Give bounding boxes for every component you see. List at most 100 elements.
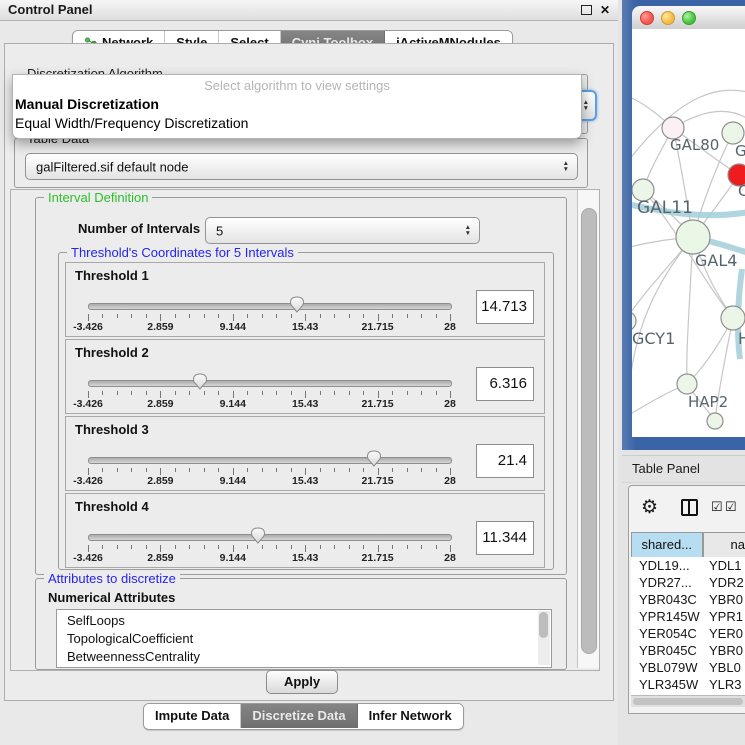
table-panel-title: Table Panel bbox=[632, 461, 700, 476]
table-cell: YDR2 bbox=[703, 574, 744, 591]
slider-track[interactable] bbox=[88, 380, 452, 387]
tick-label: 21.715 bbox=[362, 321, 394, 333]
tick-mark bbox=[131, 545, 132, 549]
network-node-gcy1[interactable] bbox=[632, 311, 636, 331]
network-node[interactable] bbox=[707, 413, 723, 429]
tick-mark bbox=[233, 314, 234, 321]
table-data-combobox[interactable]: galFiltered.sif default node ▲▼ bbox=[25, 153, 578, 180]
attribute-list-item[interactable]: BetweennessCentrality bbox=[57, 648, 551, 666]
tick-mark bbox=[378, 545, 379, 552]
table-cell: YBR043C bbox=[631, 591, 703, 608]
table-row[interactable]: YBL079WYBL0 bbox=[631, 659, 745, 676]
mac-close-icon[interactable] bbox=[640, 11, 654, 25]
table-row[interactable]: YDR27...YDR2 bbox=[631, 574, 745, 591]
threshold-label: Threshold 4 bbox=[75, 499, 149, 514]
column-header[interactable]: shared... bbox=[631, 532, 703, 559]
tab-impute-data[interactable]: Impute Data bbox=[144, 704, 241, 728]
mac-minimize-icon[interactable] bbox=[661, 11, 675, 25]
table-row[interactable]: YBR045CYBR0 bbox=[631, 642, 745, 659]
tick-mark bbox=[436, 545, 437, 549]
threshold-value-field[interactable]: 21.4 bbox=[476, 444, 534, 478]
threshold-label: Threshold 2 bbox=[75, 345, 149, 360]
network-node[interactable] bbox=[721, 306, 745, 330]
tick-mark bbox=[88, 314, 89, 321]
table-cell: YBR0 bbox=[703, 591, 743, 608]
algorithm-option[interactable]: Manual Discretization bbox=[15, 96, 159, 112]
table-row[interactable]: YDL19...YDL1 bbox=[631, 557, 745, 574]
table-row[interactable]: YER054CYER0 bbox=[631, 625, 745, 642]
close-icon[interactable]: ✕ bbox=[600, 4, 610, 16]
tick-mark bbox=[276, 468, 277, 472]
table-row[interactable]: YBR043CYBR0 bbox=[631, 591, 745, 608]
tick-mark bbox=[392, 468, 393, 472]
list-scrollbar-thumb[interactable] bbox=[539, 612, 548, 638]
tick-mark bbox=[247, 545, 248, 549]
checkbox-icon[interactable]: ☑ bbox=[725, 500, 737, 513]
tick-label: -3.426 bbox=[73, 552, 103, 564]
horizontal-scrollbar[interactable] bbox=[631, 695, 745, 707]
tick-mark bbox=[363, 314, 364, 318]
tick-mark bbox=[421, 314, 422, 318]
slider-track[interactable] bbox=[88, 303, 452, 310]
tick-mark bbox=[305, 545, 306, 552]
tab-discretize-data[interactable]: Discretize Data bbox=[241, 704, 357, 728]
tick-mark bbox=[436, 468, 437, 472]
apply-button[interactable]: Apply bbox=[266, 670, 338, 694]
threshold-value-field[interactable]: 11.344 bbox=[476, 521, 534, 555]
table-cell: YBR045C bbox=[631, 642, 703, 659]
tick-mark bbox=[450, 468, 451, 475]
checkbox-icon[interactable]: ☑ bbox=[711, 500, 723, 513]
vertical-scrollbar[interactable] bbox=[577, 190, 599, 668]
number-of-intervals-combobox[interactable]: 5 ▲▼ bbox=[205, 217, 480, 244]
tick-mark bbox=[421, 468, 422, 472]
numerical-attributes-list[interactable]: SelfLoopsTopologicalCoefficientBetweenne… bbox=[56, 609, 552, 668]
tick-label: -3.426 bbox=[73, 475, 103, 487]
table-cell: YER054C bbox=[631, 625, 703, 642]
tick-mark bbox=[450, 391, 451, 398]
tick-mark bbox=[117, 391, 118, 395]
threshold-value-field[interactable]: 14.713 bbox=[476, 290, 534, 324]
threshold-value-field[interactable]: 6.316 bbox=[476, 367, 534, 401]
tick-label: 15.43 bbox=[292, 475, 318, 487]
split-column-icon[interactable] bbox=[681, 499, 698, 516]
column-header[interactable]: na bbox=[703, 532, 745, 559]
tick-mark bbox=[175, 545, 176, 549]
gear-icon[interactable]: ⚙ bbox=[641, 496, 658, 519]
slider-track[interactable] bbox=[88, 457, 452, 464]
tab-infer-network[interactable]: Infer Network bbox=[358, 704, 463, 728]
network-canvas[interactable]: GAL80GACGAL11GAL4GCY1HHAP2 bbox=[632, 29, 745, 437]
slider-tick-labels: -3.4262.8599.14415.4321.71528 bbox=[88, 552, 450, 564]
slider-thumb[interactable] bbox=[289, 296, 305, 313]
network-node-hap2[interactable] bbox=[677, 374, 697, 394]
tick-mark bbox=[450, 545, 451, 552]
tick-mark bbox=[117, 468, 118, 472]
network-node-gal4[interactable] bbox=[676, 220, 710, 254]
scrollbar-thumb[interactable] bbox=[581, 208, 597, 654]
tick-mark bbox=[218, 391, 219, 395]
thresholds-group: Threshold's Coordinates for 5 Intervals … bbox=[58, 252, 554, 570]
tick-mark bbox=[334, 391, 335, 395]
hscrollbar-thumb[interactable] bbox=[633, 698, 743, 705]
slider-track[interactable] bbox=[88, 534, 452, 541]
attribute-list-item[interactable]: SelfLoops bbox=[57, 612, 551, 630]
table-row[interactable]: YPR145WYPR1 bbox=[631, 608, 745, 625]
tick-mark bbox=[262, 391, 263, 395]
float-window-icon[interactable] bbox=[581, 5, 592, 15]
tick-mark bbox=[88, 468, 89, 475]
slider-thumb[interactable] bbox=[192, 373, 208, 390]
algorithm-popup-hint: Select algorithm to view settings bbox=[13, 78, 581, 93]
slider-thumb[interactable] bbox=[250, 527, 266, 544]
attribute-list-item[interactable]: TopologicalCoefficient bbox=[57, 630, 551, 648]
slider-thumb[interactable] bbox=[366, 450, 382, 467]
tick-mark bbox=[175, 314, 176, 318]
algorithm-option[interactable]: Equal Width/Frequency Discretization bbox=[15, 115, 248, 131]
tick-mark bbox=[117, 545, 118, 549]
mac-zoom-icon[interactable] bbox=[682, 11, 696, 25]
table-row[interactable]: YLR345WYLR3 bbox=[631, 676, 745, 693]
tick-mark bbox=[305, 391, 306, 398]
tick-mark bbox=[233, 391, 234, 398]
table-toolbar: ⚙ ☑ ☑ bbox=[629, 486, 745, 531]
tick-mark bbox=[349, 468, 350, 472]
network-node[interactable] bbox=[722, 122, 744, 144]
list-scrollbar[interactable] bbox=[538, 611, 550, 665]
